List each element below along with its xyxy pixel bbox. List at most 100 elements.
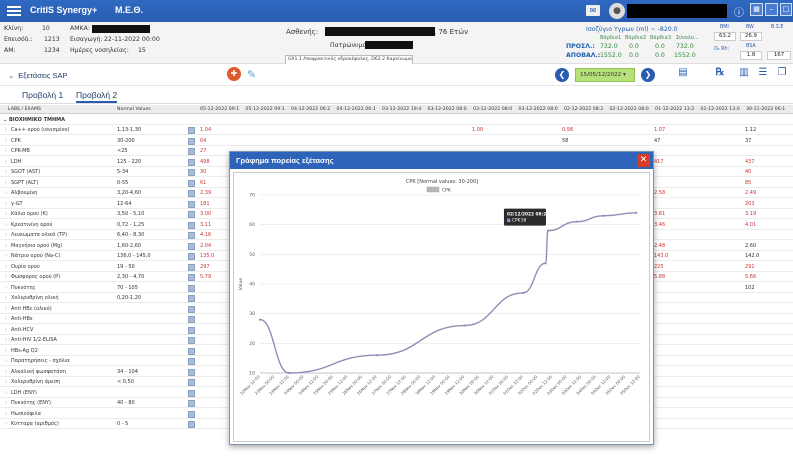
result-cell[interactable]: 5.88 [654, 272, 665, 282]
result-cell[interactable]: 1.00 [472, 125, 483, 135]
chart-icon[interactable] [188, 148, 195, 156]
result-cell[interactable]: 3.19 [745, 209, 756, 219]
result-cell[interactable]: 3.46 [654, 220, 665, 230]
table-row[interactable]: › CPK 30-200 64 58 47 37 [0, 136, 793, 146]
chart-icon[interactable] [188, 421, 195, 429]
bmi-value[interactable]: 63.2 [714, 32, 736, 41]
chart-icon[interactable] [188, 389, 195, 397]
list-icon[interactable]: ☰ [756, 67, 770, 83]
result-cell[interactable]: 5.66 [745, 272, 756, 282]
result-cell[interactable]: 1.04 [200, 125, 211, 135]
result-cell[interactable]: 85 [745, 178, 751, 188]
result-cell[interactable]: 5.79 [200, 272, 211, 282]
chart-icon[interactable] [188, 337, 195, 345]
chart-icon[interactable] [188, 179, 195, 187]
document-icon[interactable]: ▥ [737, 67, 751, 83]
result-cell[interactable]: 3.00 [200, 209, 211, 219]
result-cell[interactable]: 142.0 [745, 251, 759, 261]
result-cell[interactable]: 27 [200, 146, 206, 156]
tab-view-1[interactable]: Προβολή 1 [22, 90, 63, 100]
result-cell[interactable]: 203 [745, 199, 755, 209]
result-cell[interactable]: 2.04 [200, 241, 211, 251]
col-date[interactable]: 01-12-2022 13:0 [701, 105, 740, 114]
col-date[interactable]: 03-12-2022 19:4 [382, 105, 421, 114]
col-date[interactable]: 03-12-2022 08:0 [473, 105, 512, 114]
minimize-icon[interactable]: – [765, 3, 778, 16]
info-icon[interactable]: ⓘ [734, 4, 744, 19]
bw-value[interactable]: 26.9 [740, 32, 762, 41]
result-cell[interactable]: 2.48 [654, 241, 665, 251]
result-cell[interactable]: 30 [200, 167, 206, 177]
chart-icon[interactable] [188, 274, 195, 282]
chart-icon[interactable] [188, 127, 195, 135]
result-cell[interactable]: 61 [200, 178, 206, 188]
chart-icon[interactable] [188, 190, 195, 198]
col-date[interactable]: 04-12-2022 06:1 [337, 105, 376, 114]
chart-icon[interactable] [188, 379, 195, 387]
close-icon[interactable]: ✕ [637, 154, 650, 167]
tab-view-2[interactable]: Προβολή 2 [76, 90, 118, 103]
prev-date-button[interactable]: ❮ [555, 68, 569, 82]
chart-icon[interactable] [188, 137, 195, 145]
col-date[interactable]: 04-12-2022 06:2 [291, 105, 330, 114]
result-cell[interactable]: 181 [200, 199, 210, 209]
result-cell[interactable]: 225 [654, 262, 664, 272]
result-cell[interactable]: 135.0 [200, 251, 214, 261]
result-cell[interactable]: 417 [654, 157, 664, 167]
result-cell[interactable]: 2.39 [200, 188, 211, 198]
chart-icon[interactable] [188, 347, 195, 355]
next-date-button[interactable]: ❯ [641, 68, 655, 82]
chart-icon[interactable] [188, 158, 195, 166]
result-cell[interactable]: 297 [200, 262, 210, 272]
chart-icon[interactable] [188, 232, 195, 240]
chart-icon[interactable] [188, 242, 195, 250]
grid-view-icon[interactable]: ▦ [750, 3, 763, 16]
result-cell[interactable]: 47 [654, 136, 660, 146]
chart-icon[interactable] [188, 305, 195, 313]
col-date[interactable]: 03-12-2022 08:0 [428, 105, 467, 114]
chart-icon[interactable] [188, 284, 195, 292]
result-cell[interactable]: 1.12 [745, 125, 756, 135]
chart-icon[interactable] [188, 326, 195, 334]
result-cell[interactable]: 143.0 [654, 251, 668, 261]
result-cell[interactable]: 4.01 [745, 220, 756, 230]
result-cell[interactable]: 3.81 [654, 209, 665, 219]
col-date[interactable]: 02-12-2022 08:2 [564, 105, 603, 114]
result-cell[interactable]: 58 [562, 136, 568, 146]
chart-icon[interactable] [188, 358, 195, 366]
chart-icon[interactable] [188, 221, 195, 229]
pill-icon[interactable]: ✚ [227, 67, 241, 81]
result-cell[interactable]: 102 [745, 283, 755, 293]
exams-dropdown[interactable]: ⌄ Εξετάσεις SAP [8, 71, 68, 80]
chart-icon[interactable] [188, 253, 195, 261]
result-cell[interactable]: 3.11 [200, 220, 211, 230]
col-date[interactable]: 05-12-2022 09:1 [246, 105, 285, 114]
date-select[interactable]: 15/05/12/2022 ▾ [575, 68, 635, 82]
result-cell[interactable]: 64 [200, 136, 206, 146]
chart-icon[interactable] [188, 400, 195, 408]
col-date[interactable]: 05-12-2022 09:1 [200, 105, 239, 114]
result-cell[interactable]: 291 [745, 262, 755, 272]
avatar[interactable]: ● [609, 3, 625, 19]
bsa-value[interactable]: 1.8 [740, 51, 762, 60]
table-row[interactable]: › Ca++ ορού (ιονισμένο) 1,13-1,30 1.04 1.00… [0, 125, 793, 136]
chart-icon[interactable] [188, 368, 195, 376]
col-date[interactable]: 30-11-2022 06:1 [746, 105, 785, 114]
mail-icon[interactable]: ✉ [586, 5, 600, 16]
window-icon[interactable]: □ [780, 3, 792, 16]
chart-icon[interactable] [188, 410, 195, 418]
menu-icon[interactable] [7, 4, 21, 18]
result-cell[interactable]: 498 [200, 157, 210, 167]
chart-icon[interactable] [188, 295, 195, 303]
pencil-icon[interactable]: ✎ [247, 68, 256, 81]
col-date[interactable]: 01-12-2022 13:2 [655, 105, 694, 114]
section-row[interactable]: ⌄ ΒΙΟΧΗΜΙΚΟ ΤΜΗΜΑ [0, 115, 793, 126]
chart-icon[interactable] [188, 263, 195, 271]
result-cell[interactable]: 2.58 [654, 188, 665, 198]
chart-icon[interactable] [188, 200, 195, 208]
chart-icon[interactable] [188, 169, 195, 177]
result-cell[interactable]: 2.60 [745, 241, 756, 251]
prescription-icon[interactable]: ℞ [713, 67, 727, 83]
col-date[interactable]: 02-12-2022 08:0 [610, 105, 649, 114]
col-date[interactable]: 03-12-2022 08:0 [519, 105, 558, 114]
